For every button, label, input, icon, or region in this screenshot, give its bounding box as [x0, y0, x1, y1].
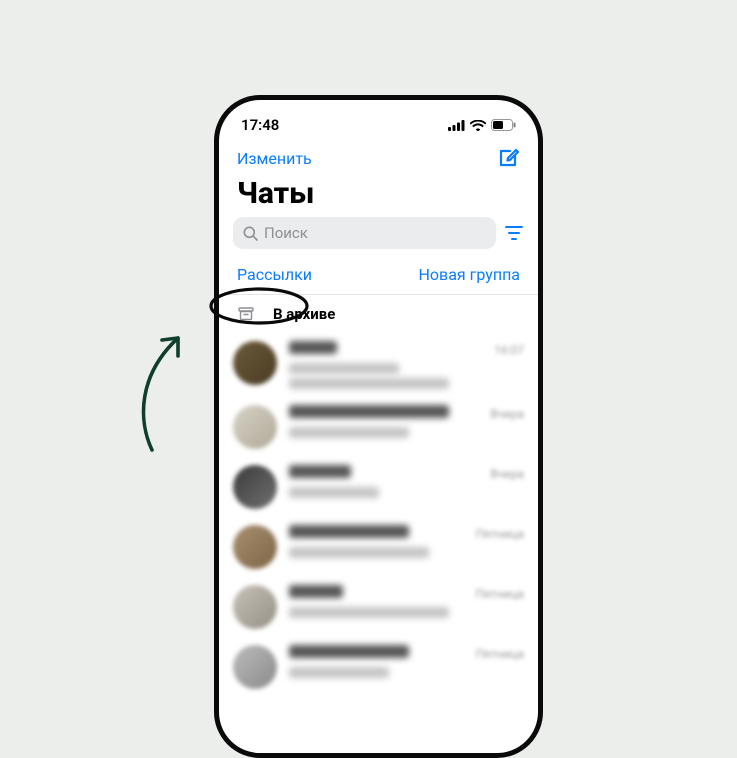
- chat-name-blurred: [289, 341, 337, 354]
- status-icons: [448, 119, 516, 131]
- search-input[interactable]: Поиск: [233, 217, 496, 249]
- phone-screen: 17:48 Изменить Чаты: [219, 100, 538, 753]
- chat-body: Пятница: [289, 585, 524, 618]
- chat-body: Пятница: [289, 645, 524, 678]
- filter-button[interactable]: [504, 224, 524, 242]
- chat-preview-blurred: [289, 547, 429, 558]
- chat-name-blurred: [289, 405, 449, 418]
- chat-time: Вчера: [490, 467, 524, 481]
- chat-top-row: Вчера: [289, 405, 524, 421]
- chat-preview-blurred: [289, 378, 449, 389]
- chat-name-blurred: [289, 465, 351, 478]
- chat-top-row: Пятница: [289, 585, 524, 601]
- status-time: 17:48: [241, 116, 279, 134]
- search-icon: [243, 226, 258, 241]
- chat-time: Пятница: [476, 647, 524, 661]
- chat-top-row: 16:07: [289, 341, 524, 357]
- search-placeholder: Поиск: [264, 224, 308, 242]
- avatar: [233, 525, 277, 569]
- chat-item[interactable]: Вчера: [219, 397, 538, 457]
- battery-icon: [491, 119, 516, 131]
- chat-top-row: Пятница: [289, 645, 524, 661]
- chat-body: Вчера: [289, 465, 524, 498]
- action-row: Рассылки Новая группа: [219, 257, 538, 295]
- chat-list: 16:07 Вчера Вчера Пятница Пятница Пятница: [219, 333, 538, 697]
- chat-body: Вчера: [289, 405, 524, 438]
- archive-icon: [237, 305, 255, 323]
- wifi-icon: [470, 120, 486, 131]
- broadcast-button[interactable]: Рассылки: [237, 265, 312, 284]
- chat-top-row: Вчера: [289, 465, 524, 481]
- archive-row[interactable]: В архиве: [219, 295, 538, 333]
- chat-preview-blurred: [289, 487, 379, 498]
- chat-item[interactable]: Пятница: [219, 637, 538, 697]
- chat-time: Вчера: [490, 407, 524, 421]
- phone-frame: 17:48 Изменить Чаты: [214, 95, 543, 758]
- chat-preview-blurred: [289, 427, 409, 438]
- page-title: Чаты: [219, 174, 538, 217]
- chat-preview-blurred: [289, 667, 389, 678]
- avatar: [233, 585, 277, 629]
- chat-preview-blurred: [289, 363, 399, 374]
- chat-preview-blurred: [289, 607, 449, 618]
- compose-icon: [496, 146, 520, 170]
- header-row: Изменить: [219, 140, 538, 174]
- chat-body: 16:07: [289, 341, 524, 389]
- chat-top-row: Пятница: [289, 525, 524, 541]
- chat-name-blurred: [289, 585, 343, 598]
- filter-icon: [504, 224, 524, 242]
- chat-item[interactable]: Пятница: [219, 577, 538, 637]
- chat-item[interactable]: 16:07: [219, 333, 538, 397]
- chat-item[interactable]: Вчера: [219, 457, 538, 517]
- status-bar: 17:48: [219, 114, 538, 140]
- chat-time: Пятница: [476, 527, 524, 541]
- avatar: [233, 465, 277, 509]
- search-row: Поиск: [219, 217, 538, 257]
- avatar: [233, 405, 277, 449]
- new-group-button[interactable]: Новая группа: [419, 265, 521, 284]
- chat-item[interactable]: Пятница: [219, 517, 538, 577]
- archive-label: В архиве: [273, 305, 335, 323]
- edit-button[interactable]: Изменить: [237, 149, 312, 168]
- chat-name-blurred: [289, 525, 409, 538]
- cellular-icon: [448, 120, 465, 131]
- chat-name-blurred: [289, 645, 409, 658]
- annotation-arrow: [130, 320, 220, 460]
- compose-button[interactable]: [496, 146, 520, 170]
- chat-time: Пятница: [476, 587, 524, 601]
- chat-body: Пятница: [289, 525, 524, 558]
- avatar: [233, 645, 277, 689]
- avatar: [233, 341, 277, 385]
- chat-time: 16:07: [494, 343, 524, 357]
